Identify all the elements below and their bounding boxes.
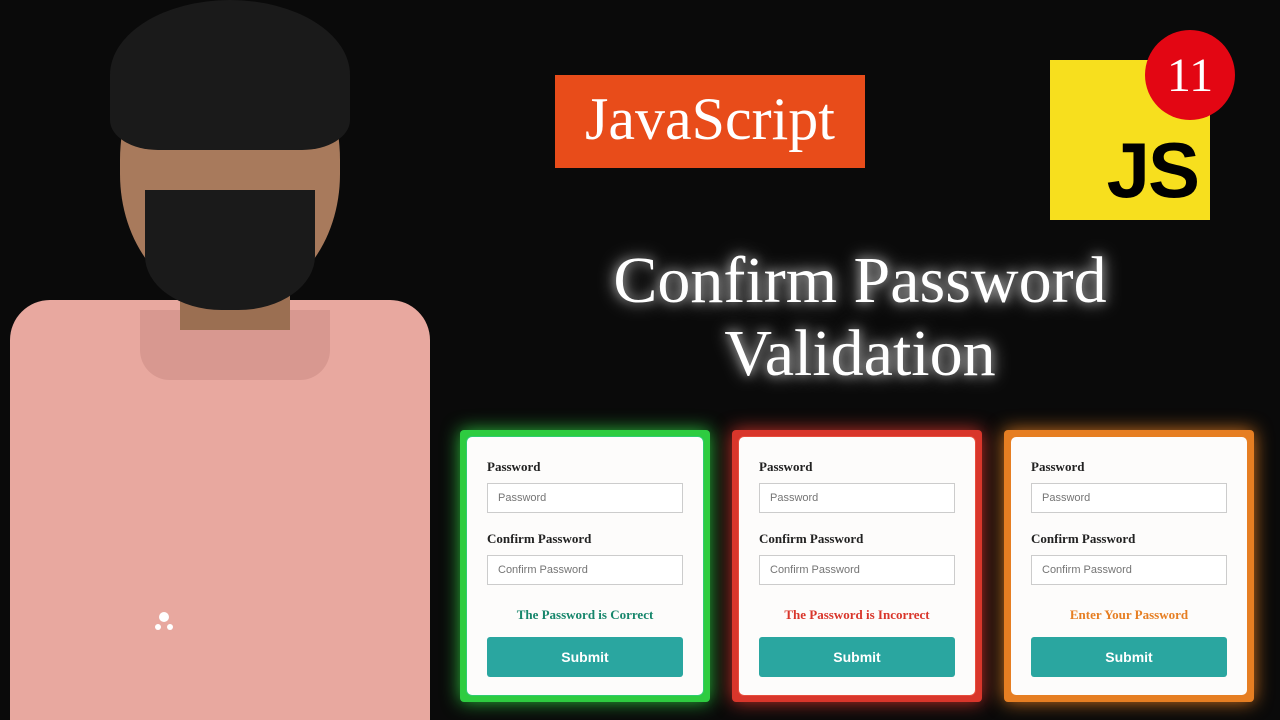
form-card-correct: Password Confirm Password The Password i… <box>460 430 710 702</box>
confirm-password-label: Confirm Password <box>759 531 955 547</box>
confirm-password-input[interactable] <box>487 555 683 585</box>
thumbnail-title: Confirm Password Validation <box>490 245 1230 390</box>
status-message: The Password is Incorrect <box>759 607 955 623</box>
submit-button[interactable]: Submit <box>487 637 683 677</box>
password-label: Password <box>1031 459 1227 475</box>
presenter-photo <box>0 40 440 720</box>
confirm-password-label: Confirm Password <box>1031 531 1227 547</box>
password-input[interactable] <box>487 483 683 513</box>
shirt-logo-icon <box>155 612 173 630</box>
password-input[interactable] <box>1031 483 1227 513</box>
confirm-password-input[interactable] <box>759 555 955 585</box>
password-label: Password <box>487 459 683 475</box>
title-line-2: Validation <box>490 318 1230 391</box>
password-label: Password <box>759 459 955 475</box>
submit-button[interactable]: Submit <box>759 637 955 677</box>
confirm-password-input[interactable] <box>1031 555 1227 585</box>
form-card-empty: Password Confirm Password Enter Your Pas… <box>1004 430 1254 702</box>
status-message: The Password is Correct <box>487 607 683 623</box>
javascript-badge: JavaScript <box>555 75 865 168</box>
form-card-incorrect: Password Confirm Password The Password i… <box>732 430 982 702</box>
form-cards-row: Password Confirm Password The Password i… <box>460 430 1254 702</box>
submit-button[interactable]: Submit <box>1031 637 1227 677</box>
title-line-1: Confirm Password <box>490 245 1230 318</box>
confirm-password-label: Confirm Password <box>487 531 683 547</box>
password-input[interactable] <box>759 483 955 513</box>
episode-number-badge: 11 <box>1145 30 1235 120</box>
status-message: Enter Your Password <box>1031 607 1227 623</box>
